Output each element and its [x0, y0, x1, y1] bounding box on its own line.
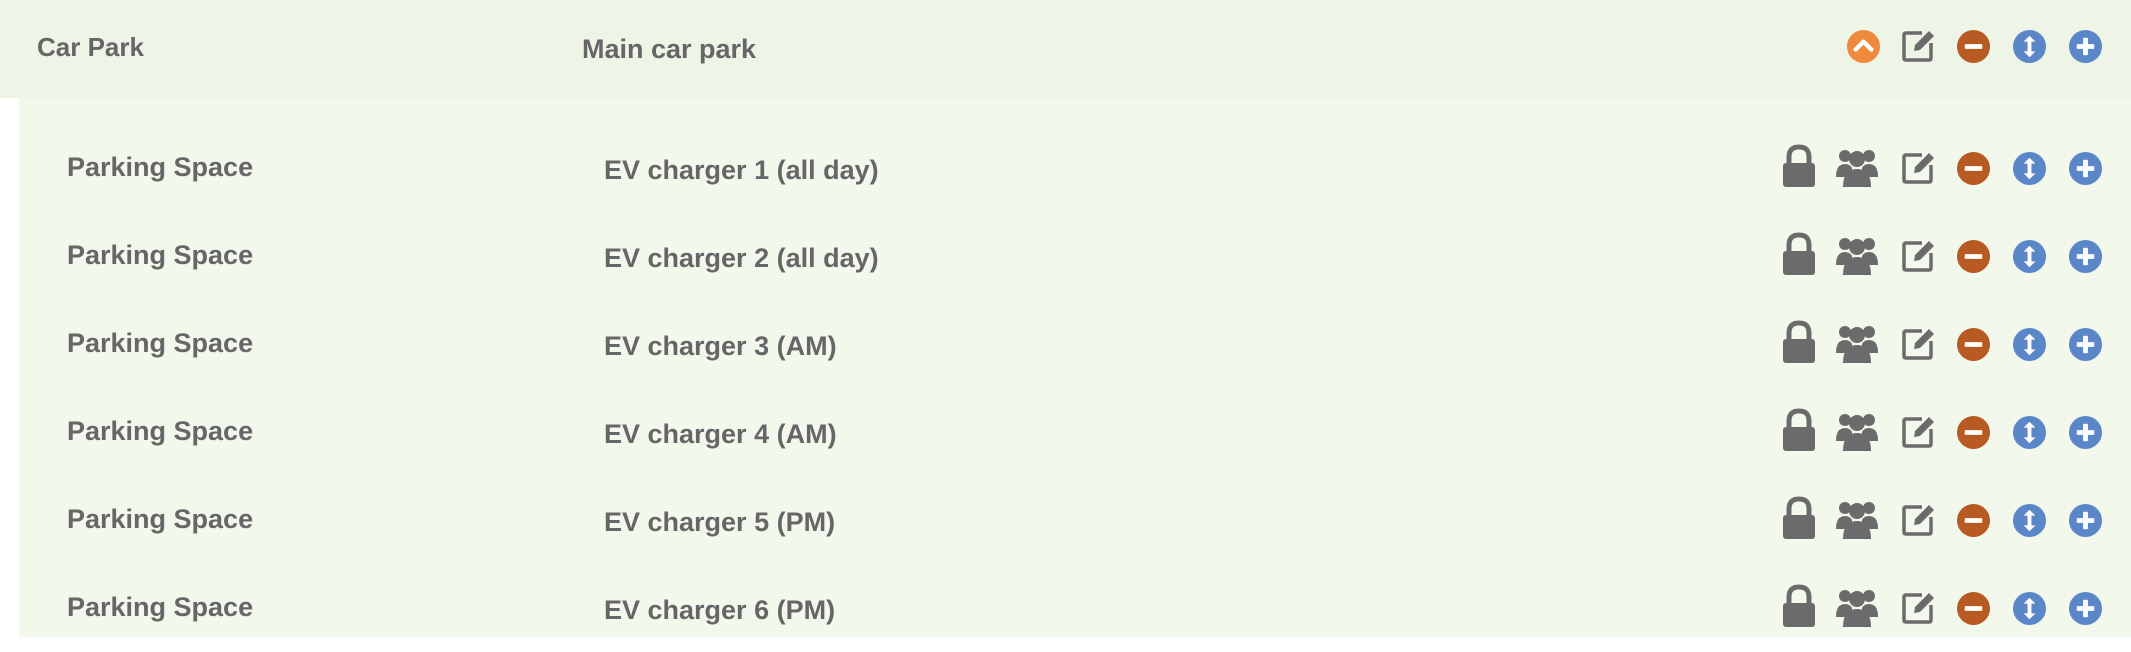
lock-icon[interactable] [1781, 408, 1817, 452]
add-icon[interactable] [2068, 415, 2103, 450]
remove-icon[interactable] [1956, 415, 1991, 450]
parking-space-name: EV charger 3 (AM) [604, 331, 837, 361]
users-icon[interactable] [1836, 147, 1878, 187]
reorder-icon[interactable] [2012, 239, 2047, 274]
add-icon[interactable] [2068, 151, 2103, 186]
edit-icon[interactable] [1900, 326, 1936, 362]
remove-icon[interactable] [1956, 29, 1991, 64]
users-icon[interactable] [1836, 499, 1878, 539]
parking-space-type-label: Parking Space [67, 240, 254, 270]
users-icon[interactable] [1836, 323, 1878, 363]
users-icon[interactable] [1836, 587, 1878, 627]
list-item: Parking Space EV charger 6 (PM) [19, 564, 2131, 652]
remove-icon[interactable] [1956, 591, 1991, 626]
lock-icon[interactable] [1781, 320, 1817, 364]
list-item: Parking Space EV charger 4 (AM) [19, 388, 2131, 476]
parking-space-type-label: Parking Space [67, 328, 254, 358]
lock-icon[interactable] [1781, 496, 1817, 540]
edit-icon[interactable] [1900, 590, 1936, 626]
parking-space-name: EV charger 2 (all day) [604, 243, 879, 273]
parking-space-type-label: Parking Space [67, 152, 254, 182]
parking-space-name: EV charger 1 (all day) [604, 155, 879, 185]
add-icon[interactable] [2068, 591, 2103, 626]
add-icon[interactable] [2068, 239, 2103, 274]
remove-icon[interactable] [1956, 327, 1991, 362]
edit-icon[interactable] [1900, 238, 1936, 274]
parking-space-type-label: Parking Space [67, 504, 254, 534]
parking-space-name: EV charger 6 (PM) [604, 595, 836, 625]
users-icon[interactable] [1836, 235, 1878, 275]
lock-icon[interactable] [1781, 232, 1817, 276]
parking-space-type-label: Parking Space [67, 416, 254, 446]
lock-icon[interactable] [1781, 144, 1817, 188]
users-icon[interactable] [1836, 411, 1878, 451]
parking-space-name: EV charger 5 (PM) [604, 507, 836, 537]
car-park-row: Car Park Main car park [0, 0, 2131, 98]
edit-icon[interactable] [1900, 414, 1936, 450]
edit-icon[interactable] [1900, 150, 1936, 186]
add-icon[interactable] [2068, 29, 2103, 64]
edit-icon[interactable] [1900, 502, 1936, 538]
collapse-icon[interactable] [1846, 29, 1881, 64]
reorder-icon[interactable] [2012, 503, 2047, 538]
parking-space-name: EV charger 4 (AM) [604, 419, 837, 449]
car-park-type-label: Car Park [37, 32, 144, 62]
lock-icon[interactable] [1781, 584, 1817, 628]
add-icon[interactable] [2068, 503, 2103, 538]
reorder-icon[interactable] [2012, 591, 2047, 626]
list-item: Parking Space EV charger 1 (all day) [19, 124, 2131, 212]
parking-space-type-label: Parking Space [67, 592, 254, 622]
add-icon[interactable] [2068, 327, 2103, 362]
list-item: Parking Space EV charger 5 (PM) [19, 476, 2131, 564]
reorder-icon[interactable] [2012, 327, 2047, 362]
reorder-icon[interactable] [2012, 29, 2047, 64]
list-item: Parking Space EV charger 3 (AM) [19, 300, 2131, 388]
parking-space-list: Parking Space EV charger 1 (all day) Par… [19, 98, 2131, 637]
list-item: Parking Space EV charger 2 (all day) [19, 212, 2131, 300]
reorder-icon[interactable] [2012, 151, 2047, 186]
remove-icon[interactable] [1956, 151, 1991, 186]
remove-icon[interactable] [1956, 239, 1991, 274]
reorder-icon[interactable] [2012, 415, 2047, 450]
remove-icon[interactable] [1956, 503, 1991, 538]
car-park-name: Main car park [582, 34, 757, 64]
edit-icon[interactable] [1900, 28, 1936, 64]
